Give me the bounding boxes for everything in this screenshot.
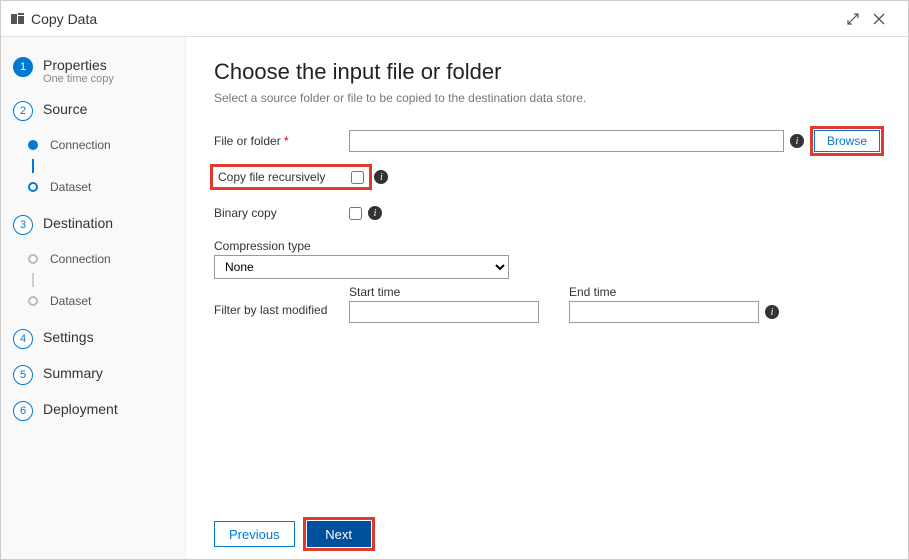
step-number: 2 bbox=[13, 101, 33, 121]
wizard-sidebar: 1 Properties One time copy 2 Source Conn… bbox=[1, 37, 186, 559]
substep-label: Connection bbox=[50, 138, 111, 152]
file-or-folder-input[interactable] bbox=[349, 130, 784, 152]
binary-copy-row: Binary copy i bbox=[214, 199, 880, 227]
substep-source-connection[interactable]: Connection bbox=[23, 131, 175, 159]
step-settings[interactable]: 4 Settings bbox=[13, 329, 175, 349]
substep-connector bbox=[32, 159, 34, 173]
required-marker: * bbox=[284, 134, 289, 148]
step-source[interactable]: 2 Source bbox=[13, 101, 175, 121]
end-time-label: End time bbox=[569, 285, 779, 299]
step-deployment[interactable]: 6 Deployment bbox=[13, 401, 175, 421]
substep-label: Dataset bbox=[50, 180, 91, 194]
step-label: Deployment bbox=[43, 401, 118, 417]
file-or-folder-label: File or folder * bbox=[214, 134, 349, 148]
step-destination[interactable]: 3 Destination bbox=[13, 215, 175, 235]
substep-connector bbox=[32, 273, 34, 287]
info-icon[interactable]: i bbox=[790, 134, 804, 148]
step-label: Destination bbox=[43, 215, 113, 231]
filter-modified-row: Filter by last modified bbox=[214, 303, 880, 317]
step-number: 1 bbox=[13, 57, 33, 77]
titlebar: Copy Data bbox=[1, 1, 908, 37]
binary-copy-label: Binary copy bbox=[214, 206, 349, 220]
step-number: 5 bbox=[13, 365, 33, 385]
step-label: Source bbox=[43, 101, 87, 117]
copy-recursively-label: Copy file recursively bbox=[218, 170, 325, 184]
expand-icon[interactable] bbox=[846, 12, 872, 26]
step-properties[interactable]: 1 Properties One time copy bbox=[13, 57, 175, 85]
substep-dot-icon bbox=[28, 296, 38, 306]
step-sublabel: One time copy bbox=[43, 73, 114, 85]
substep-label: Connection bbox=[50, 252, 111, 266]
substep-dot-icon bbox=[28, 254, 38, 264]
next-button[interactable]: Next bbox=[307, 521, 371, 547]
previous-button[interactable]: Previous bbox=[214, 521, 295, 547]
substep-dot-icon bbox=[28, 140, 38, 150]
step-label: Settings bbox=[43, 329, 94, 345]
step-label: Properties bbox=[43, 57, 114, 73]
browse-button[interactable]: Browse bbox=[814, 130, 880, 152]
filter-modified-label: Filter by last modified bbox=[214, 303, 349, 317]
file-or-folder-row: File or folder * i Browse bbox=[214, 127, 880, 155]
start-time-label: Start time bbox=[349, 285, 539, 299]
main-panel: Choose the input file or folder Select a… bbox=[186, 37, 908, 559]
window-title: Copy Data bbox=[31, 11, 97, 27]
copy-recursively-row: Copy file recursively i bbox=[214, 163, 880, 191]
substep-destination-dataset[interactable]: Dataset bbox=[23, 287, 175, 315]
binary-copy-checkbox[interactable] bbox=[349, 207, 362, 220]
copy-recursively-group: Copy file recursively bbox=[214, 168, 368, 186]
source-substeps: Connection Dataset bbox=[23, 131, 175, 201]
compression-type-label: Compression type bbox=[214, 239, 880, 253]
step-number: 3 bbox=[13, 215, 33, 235]
substep-label: Dataset bbox=[50, 294, 91, 308]
wizard-footer: Previous Next bbox=[214, 509, 880, 547]
info-icon[interactable]: i bbox=[374, 170, 388, 184]
copy-recursively-checkbox[interactable] bbox=[351, 171, 364, 184]
step-summary[interactable]: 5 Summary bbox=[13, 365, 175, 385]
close-icon[interactable] bbox=[872, 12, 898, 26]
step-label: Summary bbox=[43, 365, 103, 381]
page-heading: Choose the input file or folder bbox=[214, 59, 880, 85]
substep-destination-connection[interactable]: Connection bbox=[23, 245, 175, 273]
info-icon[interactable]: i bbox=[368, 206, 382, 220]
step-number: 4 bbox=[13, 329, 33, 349]
app-icon bbox=[11, 13, 25, 25]
destination-substeps: Connection Dataset bbox=[23, 245, 175, 315]
page-subtitle: Select a source folder or file to be cop… bbox=[214, 91, 880, 105]
compression-type-group: Compression type None bbox=[214, 239, 880, 279]
substep-dot-icon bbox=[28, 182, 38, 192]
compression-type-select[interactable]: None bbox=[214, 255, 509, 279]
step-number: 6 bbox=[13, 401, 33, 421]
substep-source-dataset[interactable]: Dataset bbox=[23, 173, 175, 201]
